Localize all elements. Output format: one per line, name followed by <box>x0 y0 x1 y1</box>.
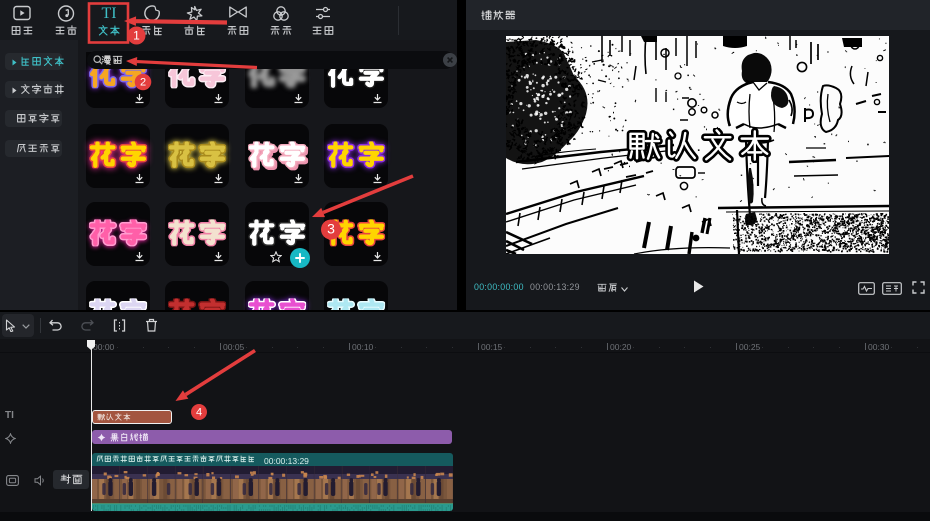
svg-text:TI: TI <box>101 5 116 20</box>
